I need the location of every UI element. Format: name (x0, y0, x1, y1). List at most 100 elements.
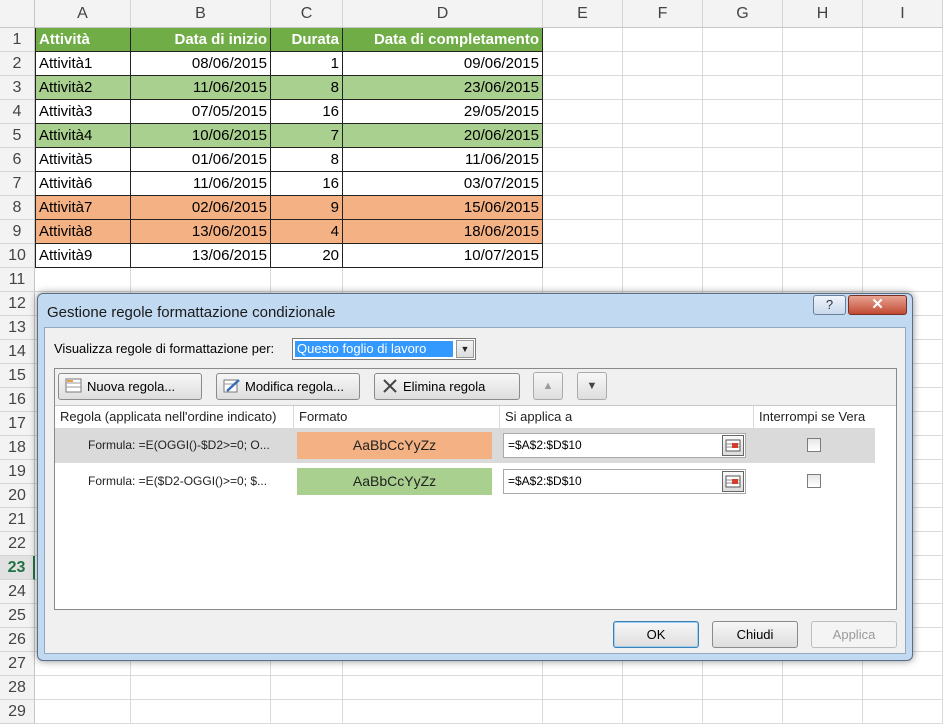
grid-cell[interactable] (703, 700, 783, 724)
grid-cell[interactable] (543, 28, 623, 52)
table-cell[interactable]: 4 (271, 220, 343, 244)
grid-cell[interactable] (343, 700, 543, 724)
grid-cell[interactable] (783, 268, 863, 292)
row-header[interactable]: 2 (0, 52, 35, 76)
grid-cell[interactable] (623, 148, 703, 172)
stop-if-true-checkbox[interactable] (807, 474, 821, 488)
table-cell[interactable]: Attività6 (35, 172, 131, 196)
rule-row[interactable]: Formula: =E($D2-OGGI()>=0; $... AaBbCcYyZ… (55, 464, 875, 499)
grid-cell[interactable] (863, 100, 943, 124)
table-header-cell[interactable]: Attività (35, 28, 131, 52)
column-header[interactable]: I (863, 0, 943, 28)
row-header[interactable]: 29 (0, 700, 35, 724)
row-header[interactable]: 18 (0, 436, 35, 460)
table-cell[interactable]: 11/06/2015 (131, 172, 271, 196)
table-cell[interactable]: Attività4 (35, 124, 131, 148)
grid-cell[interactable] (863, 172, 943, 196)
table-cell[interactable]: 1 (271, 52, 343, 76)
grid-cell[interactable] (343, 268, 543, 292)
grid-cell[interactable] (703, 76, 783, 100)
grid-cell[interactable] (543, 100, 623, 124)
grid-cell[interactable] (543, 76, 623, 100)
table-cell[interactable]: 08/06/2015 (131, 52, 271, 76)
row-header[interactable]: 25 (0, 604, 35, 628)
grid-cell[interactable] (543, 220, 623, 244)
grid-cell[interactable] (623, 220, 703, 244)
grid-cell[interactable] (863, 76, 943, 100)
grid-cell[interactable] (543, 148, 623, 172)
grid-cell[interactable] (703, 124, 783, 148)
grid-cell[interactable] (271, 268, 343, 292)
table-cell[interactable]: 03/07/2015 (343, 172, 543, 196)
table-cell[interactable]: 16 (271, 100, 343, 124)
row-header[interactable]: 12 (0, 292, 35, 316)
row-header[interactable]: 20 (0, 484, 35, 508)
grid-cell[interactable] (863, 52, 943, 76)
grid-cell[interactable] (623, 244, 703, 268)
table-cell[interactable]: 07/05/2015 (131, 100, 271, 124)
table-cell[interactable]: 11/06/2015 (131, 76, 271, 100)
grid-cell[interactable] (783, 676, 863, 700)
ok-button[interactable]: OK (613, 621, 699, 648)
grid-cell[interactable] (131, 700, 271, 724)
grid-cell[interactable] (623, 52, 703, 76)
grid-cell[interactable] (131, 268, 271, 292)
grid-cell[interactable] (863, 244, 943, 268)
table-cell[interactable]: Attività3 (35, 100, 131, 124)
range-select-icon[interactable] (722, 471, 744, 492)
table-cell[interactable]: 10/07/2015 (343, 244, 543, 268)
row-header[interactable]: 3 (0, 76, 35, 100)
chevron-down-icon[interactable]: ▼ (456, 340, 474, 358)
stop-if-true-checkbox[interactable] (807, 438, 821, 452)
column-header[interactable]: G (703, 0, 783, 28)
table-cell[interactable]: 20 (271, 244, 343, 268)
grid-cell[interactable] (863, 196, 943, 220)
new-rule-button[interactable]: Nuova regola... (58, 373, 202, 400)
table-cell[interactable]: 10/06/2015 (131, 124, 271, 148)
row-header[interactable]: 8 (0, 196, 35, 220)
grid-cell[interactable] (35, 268, 131, 292)
table-cell[interactable]: 09/06/2015 (343, 52, 543, 76)
row-header[interactable]: 26 (0, 628, 35, 652)
grid-cell[interactable] (543, 52, 623, 76)
row-header[interactable]: 19 (0, 460, 35, 484)
row-header[interactable]: 7 (0, 172, 35, 196)
row-header[interactable]: 21 (0, 508, 35, 532)
grid-cell[interactable] (343, 676, 543, 700)
grid-cell[interactable] (623, 28, 703, 52)
table-cell[interactable]: 16 (271, 172, 343, 196)
grid-cell[interactable] (131, 676, 271, 700)
range-select-icon[interactable] (722, 435, 744, 456)
table-cell[interactable]: 15/06/2015 (343, 196, 543, 220)
grid-cell[interactable] (863, 220, 943, 244)
grid-cell[interactable] (271, 700, 343, 724)
row-header[interactable]: 27 (0, 652, 35, 676)
grid-cell[interactable] (543, 676, 623, 700)
table-cell[interactable]: Attività8 (35, 220, 131, 244)
column-header[interactable]: B (131, 0, 271, 28)
column-header[interactable]: A (35, 0, 131, 28)
table-cell[interactable]: 8 (271, 148, 343, 172)
column-header[interactable]: E (543, 0, 623, 28)
row-header[interactable]: 13 (0, 316, 35, 340)
table-cell[interactable]: 02/06/2015 (131, 196, 271, 220)
table-cell[interactable]: 11/06/2015 (343, 148, 543, 172)
row-header[interactable]: 16 (0, 388, 35, 412)
table-cell[interactable]: 29/05/2015 (343, 100, 543, 124)
row-header[interactable]: 6 (0, 148, 35, 172)
row-header[interactable]: 4 (0, 100, 35, 124)
row-header[interactable]: 24 (0, 580, 35, 604)
grid-cell[interactable] (863, 700, 943, 724)
applies-to-field[interactable]: =$A$2:$D$10 (503, 469, 746, 494)
grid-cell[interactable] (703, 172, 783, 196)
grid-cell[interactable] (623, 268, 703, 292)
grid-cell[interactable] (783, 700, 863, 724)
grid-cell[interactable] (543, 244, 623, 268)
table-cell[interactable]: Attività1 (35, 52, 131, 76)
grid-cell[interactable] (703, 244, 783, 268)
row-header[interactable]: 17 (0, 412, 35, 436)
rule-row[interactable]: Formula: =E(OGGI()-$D2>=0; O... AaBbCcYyZ… (55, 428, 875, 463)
table-cell[interactable]: 8 (271, 76, 343, 100)
grid-cell[interactable] (783, 244, 863, 268)
grid-cell[interactable] (863, 676, 943, 700)
